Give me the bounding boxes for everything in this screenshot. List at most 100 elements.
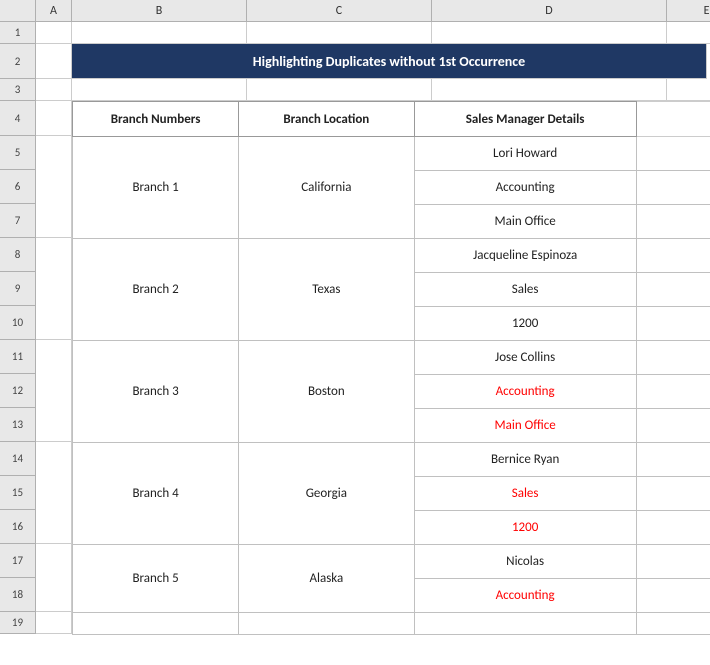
branch1-detail-1[interactable]: Lori Howard	[414, 137, 636, 171]
cell-19a[interactable]	[36, 612, 72, 634]
cell-5-7a[interactable]	[36, 136, 72, 238]
branch2-detail-3[interactable]: 1200	[414, 307, 636, 341]
rownum-4: 4	[0, 101, 36, 136]
branch4-e2[interactable]	[636, 477, 710, 511]
cell-17-18a[interactable]	[36, 544, 72, 612]
rownum-8: 8	[0, 238, 36, 272]
row-2: 2 Highlighting Duplicates without 1st Oc…	[0, 44, 710, 79]
branch1-e2[interactable]	[636, 171, 710, 205]
rownum-5: 5	[0, 136, 36, 170]
cell-19b[interactable]	[73, 613, 239, 635]
cell-14-16a[interactable]	[36, 442, 72, 544]
cell-19d[interactable]	[414, 613, 636, 635]
branch3-e2[interactable]	[636, 375, 710, 409]
row-1: 1	[0, 22, 710, 44]
branch1-detail-2[interactable]: Accounting	[414, 171, 636, 205]
cell-1d[interactable]	[432, 22, 667, 44]
rownum-1: 1	[0, 22, 36, 44]
cell-3e[interactable]	[667, 79, 710, 101]
cell-3b[interactable]	[72, 79, 247, 101]
rownum-3: 3	[0, 79, 36, 101]
rownum-2: 2	[0, 44, 36, 79]
branch4-e3[interactable]	[636, 511, 710, 545]
branch1-number[interactable]: Branch 1	[73, 137, 239, 239]
branch5-e2[interactable]	[636, 579, 710, 613]
col-header-b: B	[72, 0, 247, 21]
col-header-row: A B C D E	[0, 0, 710, 22]
branch2-e3[interactable]	[636, 307, 710, 341]
branch2-e2[interactable]	[636, 273, 710, 307]
row-19	[73, 613, 710, 635]
col-header-a: A	[36, 0, 72, 21]
corner-cell	[0, 0, 36, 21]
branch5-e1[interactable]	[636, 545, 710, 579]
branch4-location[interactable]: Georgia	[239, 443, 414, 545]
branch4-e1[interactable]	[636, 443, 710, 477]
cell-19c[interactable]	[239, 613, 414, 635]
branch2-number[interactable]: Branch 2	[73, 239, 239, 341]
cell-1a[interactable]	[36, 22, 72, 44]
rownum-10: 10	[0, 306, 36, 340]
branch4-detail-2[interactable]: Sales	[414, 477, 636, 511]
rownum-19: 19	[0, 612, 36, 634]
rownum-12: 12	[0, 374, 36, 408]
branch1-e1[interactable]	[636, 137, 710, 171]
title-cell: Highlighting Duplicates without 1st Occu…	[72, 44, 707, 79]
branch5-detail-2[interactable]: Accounting	[414, 579, 636, 613]
cell-19e[interactable]	[636, 613, 710, 635]
branch3-e3[interactable]	[636, 409, 710, 443]
cell-11-13a[interactable]	[36, 340, 72, 442]
header-branch-numbers: Branch Numbers	[73, 102, 239, 137]
branch4-row1: Branch 4 Georgia Bernice Ryan	[73, 443, 710, 477]
cell-8-10a[interactable]	[36, 238, 72, 340]
branch4-detail-3[interactable]: 1200	[414, 511, 636, 545]
branch1-location[interactable]: California	[239, 137, 414, 239]
branch3-detail-3[interactable]: Main Office	[414, 409, 636, 443]
branch3-e1[interactable]	[636, 341, 710, 375]
rownum-17: 17	[0, 544, 36, 578]
branch2-location[interactable]: Texas	[239, 239, 414, 341]
rownum-14: 14	[0, 442, 36, 476]
main-data-table: Branch Numbers Branch Location Sales Man…	[72, 101, 710, 635]
branch3-detail-2[interactable]: Accounting	[414, 375, 636, 409]
branch3-number[interactable]: Branch 3	[73, 341, 239, 443]
rownum-13: 13	[0, 408, 36, 442]
branch5-location[interactable]: Alaska	[239, 545, 414, 613]
rownum-9: 9	[0, 272, 36, 306]
rownum-15: 15	[0, 476, 36, 510]
branch1-row1: Branch 1 California Lori Howard	[73, 137, 710, 171]
branch1-detail-3[interactable]: Main Office	[414, 205, 636, 239]
cell-3d[interactable]	[432, 79, 667, 101]
header-sales-manager: Sales Manager Details	[414, 102, 636, 137]
cell-1c[interactable]	[247, 22, 432, 44]
branch3-row1: Branch 3 Boston Jose Collins	[73, 341, 710, 375]
branch2-detail-1[interactable]: Jacqueline Espinoza	[414, 239, 636, 273]
row-numbers-col: 4 5 6 7 8 9 10 11 12 13 14 15 16 17 18 1…	[0, 101, 36, 635]
branch4-detail-1[interactable]: Bernice Ryan	[414, 443, 636, 477]
cell-3c[interactable]	[247, 79, 432, 101]
branch1-e3[interactable]	[636, 205, 710, 239]
rownum-18: 18	[0, 578, 36, 612]
branch3-detail-1[interactable]: Jose Collins	[414, 341, 636, 375]
cell-3a[interactable]	[36, 79, 72, 101]
branch2-detail-2[interactable]: Sales	[414, 273, 636, 307]
branch2-e1[interactable]	[636, 239, 710, 273]
cell-1b[interactable]	[72, 22, 247, 44]
rownum-6: 6	[0, 170, 36, 204]
branch3-location[interactable]: Boston	[239, 341, 414, 443]
header-branch-location: Branch Location	[239, 102, 414, 137]
rownum-7: 7	[0, 204, 36, 238]
cell-4a[interactable]	[36, 101, 72, 136]
header-row: Branch Numbers Branch Location Sales Man…	[73, 102, 710, 137]
row-3: 3	[0, 79, 710, 101]
cell-2a[interactable]	[36, 44, 72, 79]
branch4-number[interactable]: Branch 4	[73, 443, 239, 545]
rownum-11: 11	[0, 340, 36, 374]
header-e	[636, 102, 710, 137]
branch5-detail-1[interactable]: Nicolas	[414, 545, 636, 579]
branch5-number[interactable]: Branch 5	[73, 545, 239, 613]
col-header-e: E	[667, 0, 710, 21]
col-header-d: D	[432, 0, 667, 21]
rownum-16: 16	[0, 510, 36, 544]
cell-1e[interactable]	[667, 22, 710, 44]
